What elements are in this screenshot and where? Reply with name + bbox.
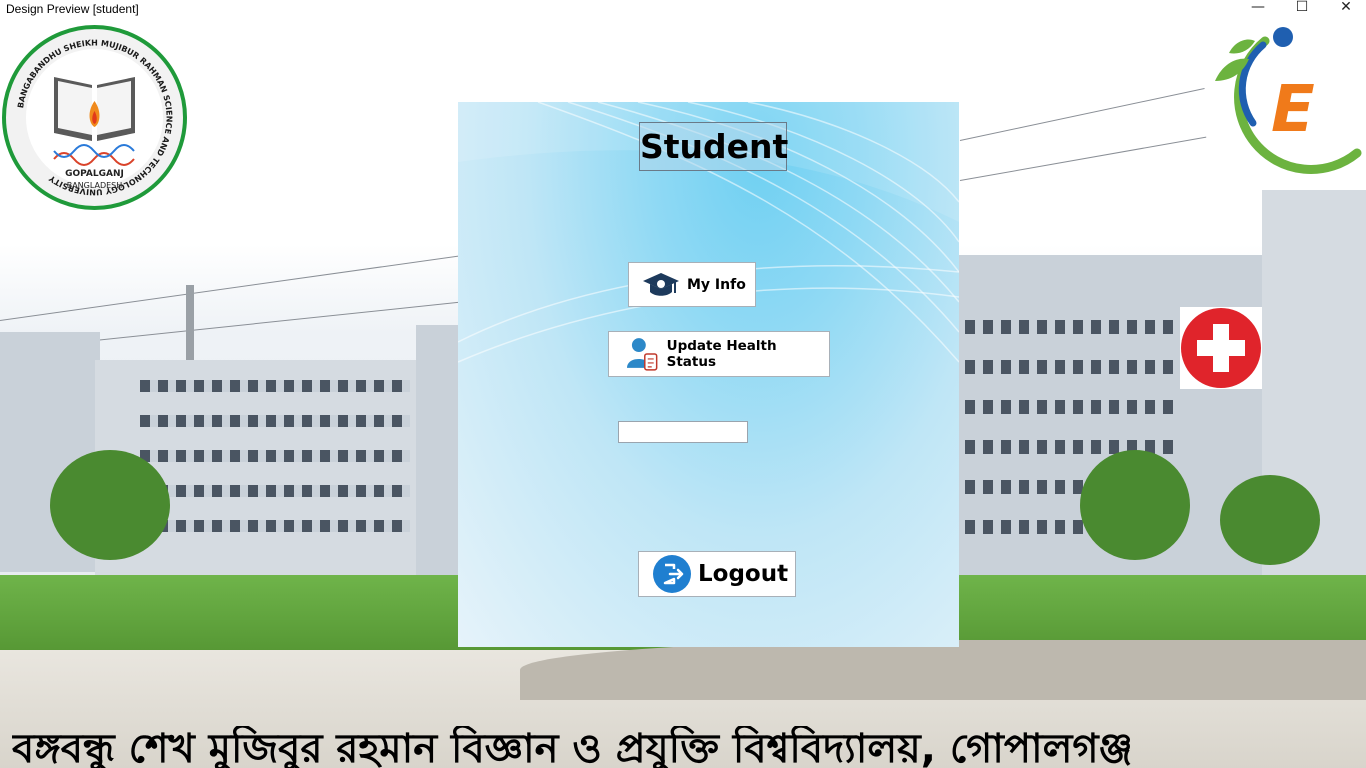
university-logo: BANGABANDHU SHEIKH MUJIBUR RAHMAN SCIENC… [2,25,187,210]
power-line [0,254,466,321]
building-windows [965,400,1175,414]
logout-label: Logout [698,561,789,587]
building-windows [140,380,410,392]
logo-ring-text: BANGABANDHU SHEIKH MUJIBUR RAHMAN SCIENC… [16,38,173,196]
close-icon: ✕ [1340,0,1352,15]
building-windows [965,320,1175,334]
tree [1080,450,1190,560]
update-health-status-button[interactable]: Update Health Status [608,331,830,377]
tree [50,450,170,560]
maximize-icon: ☐ [1295,0,1309,15]
status-input[interactable] [618,421,748,443]
logout-icon [653,555,691,593]
person-head-icon [1273,27,1293,47]
health-cross-icon[interactable] [1180,307,1262,389]
close-button[interactable]: ✕ [1324,0,1366,20]
my-info-label: My Info [687,276,746,293]
minimize-icon: — [1251,0,1265,15]
logo-city: GOPALGANJ [65,169,124,179]
building-windows [965,360,1175,374]
tree [1220,475,1320,565]
building-windows [140,450,410,462]
window-titlebar: Design Preview [student] — ☐ ✕ [0,0,1366,20]
my-info-button[interactable]: My Info [628,262,756,307]
e-brand-logo: E [1215,27,1362,174]
update-health-status-label: Update Health Status [666,338,777,370]
svg-text:E: E [1271,73,1315,147]
power-line [959,136,1207,181]
graduation-cap-icon [643,272,679,296]
building-windows [140,415,410,427]
maximize-button[interactable]: ☐ [1280,0,1324,20]
red-cross-icon [1181,308,1261,388]
logo-country: BANGLADESH [66,181,123,190]
minimize-button[interactable]: — [1236,0,1280,20]
patient-record-icon [626,338,658,371]
page-title: Student [639,122,788,171]
university-bangla-name: বঙ্গবন্ধু শেখ মুজিবুর রহমান বিজ্ঞান ও প্… [12,726,1133,768]
window-title: Design Preview [student] [6,2,139,16]
power-line [959,88,1205,141]
building-tower [416,325,460,575]
book-icon [54,77,135,141]
dna-icon [53,144,135,166]
building-windows [140,485,410,497]
logout-button[interactable]: Logout [638,551,796,597]
building-windows [140,520,410,532]
curb-wall [520,640,1366,700]
